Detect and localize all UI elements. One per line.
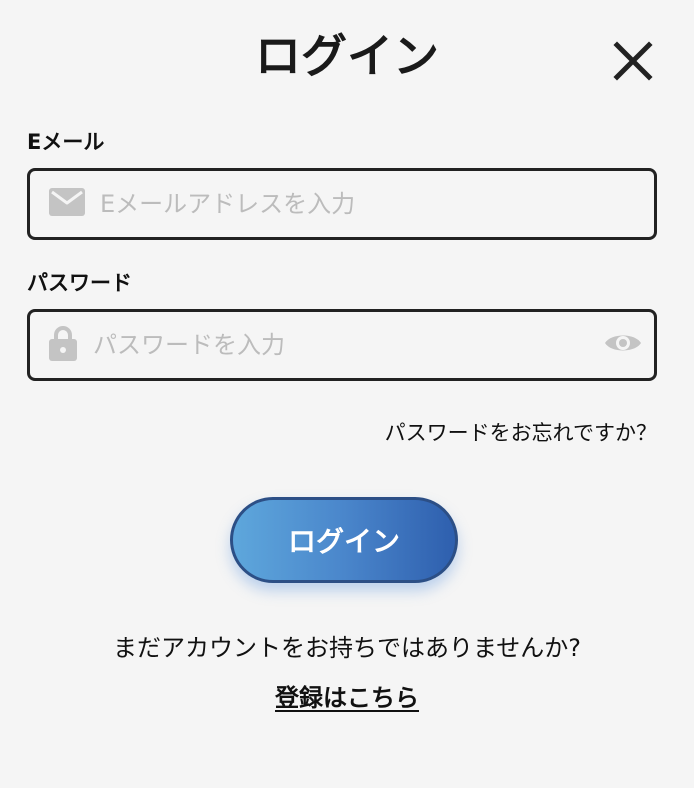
email-field-container: [27, 168, 657, 240]
register-link-container: 登録はこちら: [0, 680, 694, 716]
lock-icon: [49, 325, 77, 365]
page-title: ログイン: [255, 29, 439, 83]
close-icon: [613, 41, 653, 81]
register-link[interactable]: 登録はこちら: [275, 684, 419, 712]
eye-icon[interactable]: [604, 330, 642, 360]
no-account-text: まだアカウントをお持ちではありませんか?: [112, 634, 582, 662]
close-button[interactable]: [612, 40, 654, 82]
email-label: Eメール: [27, 130, 105, 154]
password-field-container: [27, 309, 657, 381]
password-input[interactable]: [93, 312, 593, 378]
email-input[interactable]: [100, 171, 640, 237]
login-button[interactable]: ログイン: [230, 497, 458, 583]
login-modal: ログイン Eメール パスワード: [0, 0, 694, 788]
password-label: パスワード: [27, 271, 132, 295]
forgot-password-link[interactable]: パスワードをお忘れですか？: [385, 418, 657, 448]
envelope-icon: [49, 188, 85, 220]
